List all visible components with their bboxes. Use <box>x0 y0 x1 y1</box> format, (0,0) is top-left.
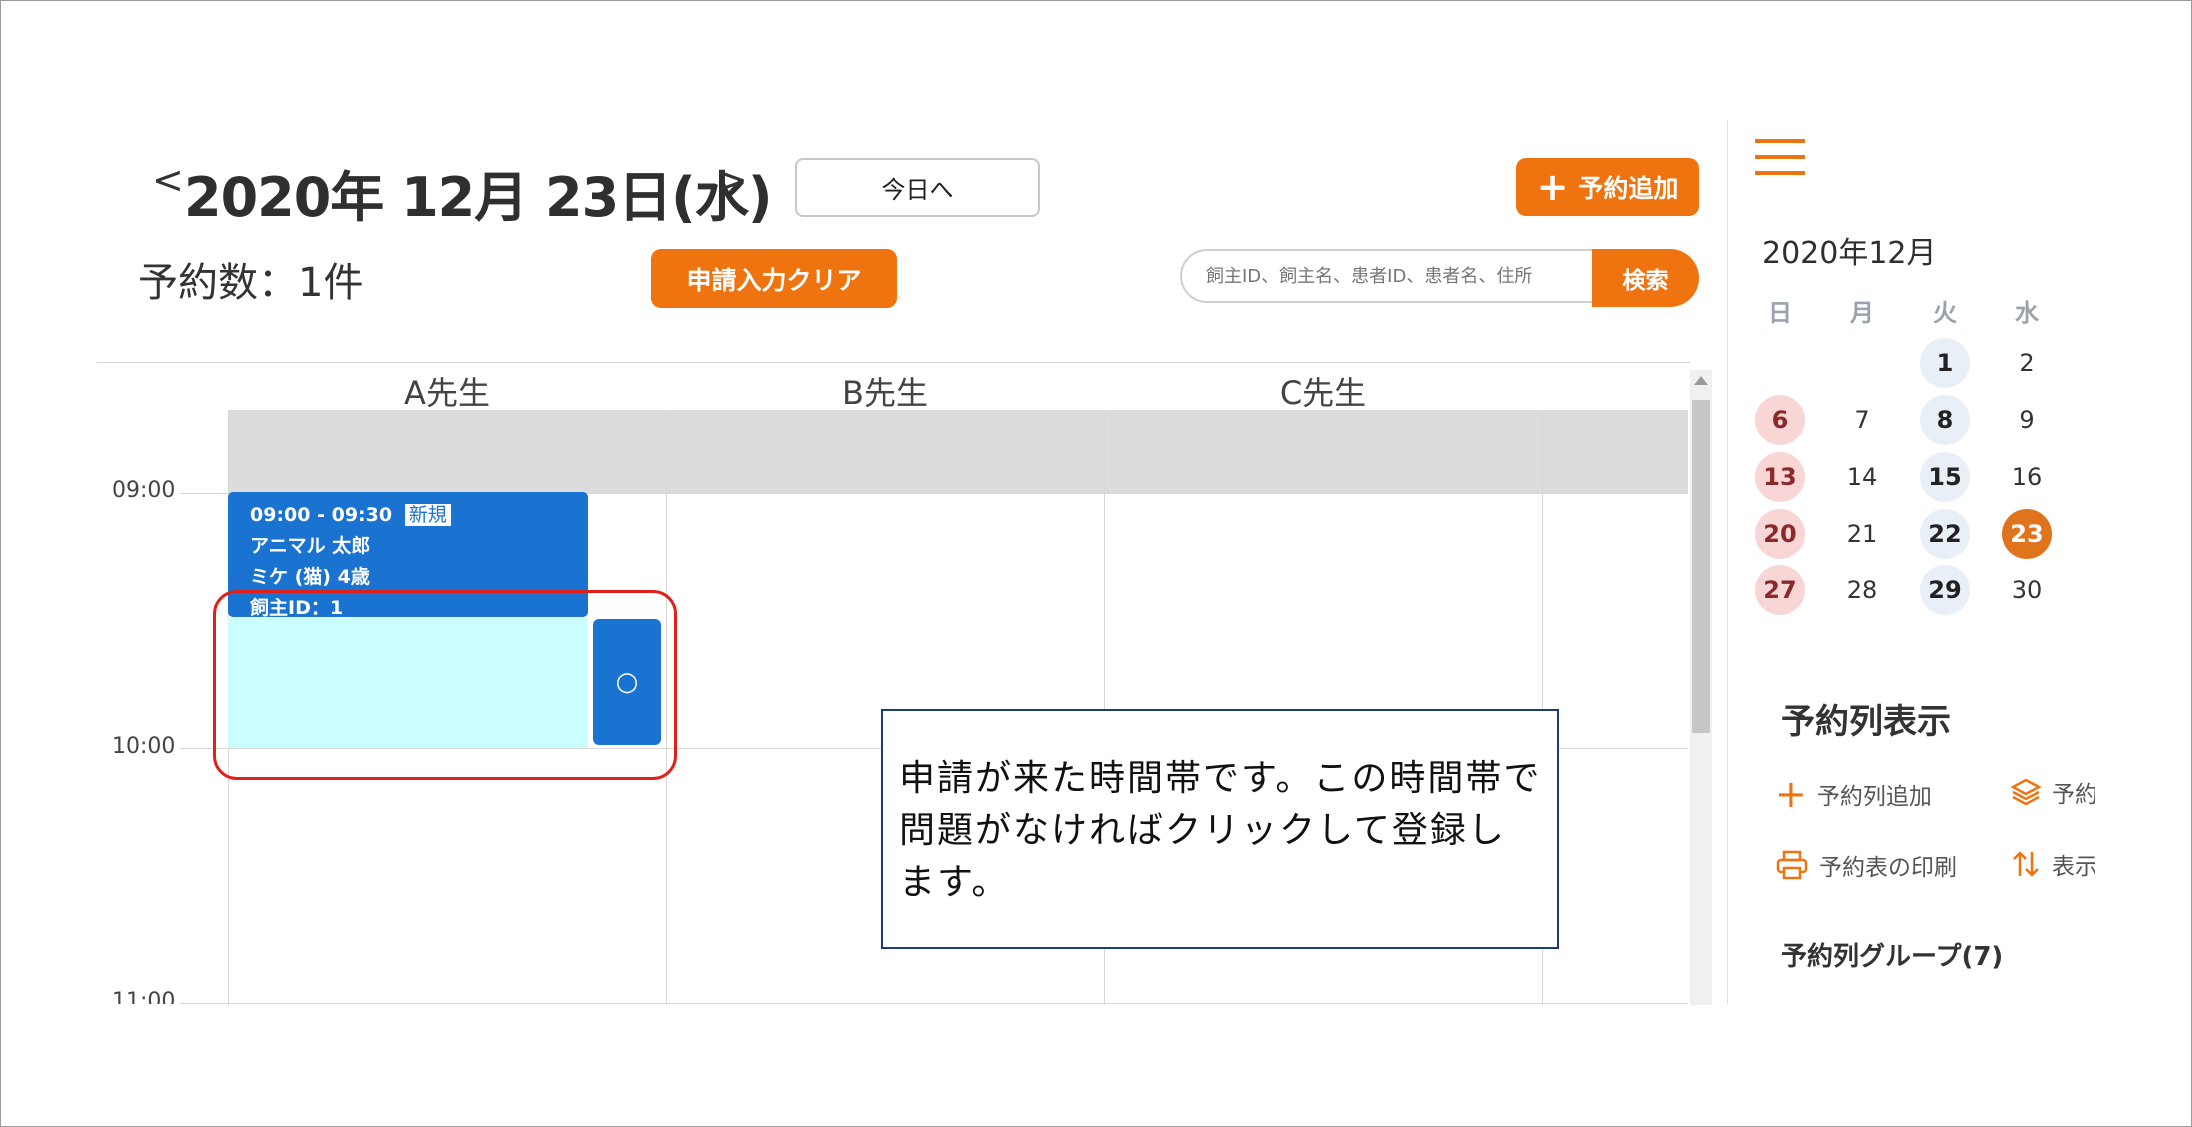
sidebar-clip: 予約 表示 <box>2010 760 2095 880</box>
plus-icon: + <box>1536 165 1569 209</box>
time-label-1100: 11:00 <box>112 989 176 1004</box>
calendar-day[interactable]: 22 <box>1920 509 1970 559</box>
calendar-day[interactable]: 29 <box>1920 565 1970 615</box>
printer-icon <box>1776 850 1808 880</box>
layers-icon <box>2010 778 2042 806</box>
print-label: 予約表の印刷 <box>1819 855 1957 881</box>
highlight-box <box>213 590 677 780</box>
unavailable-band <box>228 410 1688 493</box>
calendar-day[interactable]: 27 <box>1755 565 1805 615</box>
grid-bottom-border <box>180 1003 1688 1004</box>
column-header-c: C先生 <box>1279 374 1367 412</box>
time-label-1100-clip: 11:00 <box>112 989 175 1004</box>
weekday-tue: 火 <box>1933 299 1957 327</box>
grid-top-border <box>97 362 1690 363</box>
calendar-day[interactable]: 2 <box>2002 338 2052 388</box>
calendar-day[interactable]: 9 <box>2002 395 2052 445</box>
scroll-up-arrow-icon[interactable] <box>1694 376 1708 385</box>
add-column-label: 予約列追加 <box>1816 784 1932 810</box>
sort-button[interactable]: 表示 <box>2010 847 2095 880</box>
hamburger-icon[interactable] <box>1755 139 1805 177</box>
prev-day-button[interactable]: < <box>152 158 184 202</box>
weekday-wed: 水 <box>2015 299 2039 327</box>
sort-arrows-icon <box>2013 851 2039 877</box>
clear-request-button[interactable]: 申請入力クリア <box>651 249 897 308</box>
reservation-count: 予約数：1件 <box>138 260 364 306</box>
calendar-day[interactable]: 14 <box>1837 452 1887 502</box>
search-bar: 検索 <box>1180 249 1699 307</box>
calendar-day[interactable]: 15 <box>1920 452 1970 502</box>
add-reservation-button[interactable]: + 予約追加 <box>1516 158 1699 216</box>
time-label-0900: 09:00 <box>112 478 176 503</box>
column-settings-button[interactable]: 予約 <box>2010 775 2095 809</box>
add-column-button[interactable]: + 予約列追加 <box>1775 775 1932 813</box>
section-title: 予約列表示 <box>1781 702 1951 742</box>
page-title: 2020年 12月 23日(水) <box>184 166 773 229</box>
appointment-owner: アニマル 太郎 <box>250 535 371 557</box>
weekday-mon: 月 <box>1850 299 1874 327</box>
appointment-pet: ミケ (猫) 4歳 <box>250 566 370 588</box>
calendar-day[interactable]: 16 <box>2002 452 2052 502</box>
column-header-b: B先生 <box>842 374 928 412</box>
calendar-day-today[interactable]: 23 <box>2002 509 2052 559</box>
search-input[interactable] <box>1180 249 1592 303</box>
calendar-day[interactable]: 20 <box>1755 509 1805 559</box>
sidebar-divider <box>1727 120 1728 1005</box>
new-badge: 新規 <box>404 504 451 526</box>
scrollbar-thumb[interactable] <box>1692 400 1710 733</box>
calendar-day[interactable]: 7 <box>1837 395 1887 445</box>
calendar-day[interactable]: 21 <box>1837 509 1887 559</box>
appointment-time-row: 09:00 - 09:30 新規 <box>250 500 588 531</box>
appointment-time: 09:00 - 09:30 <box>250 504 393 526</box>
calendar-day[interactable]: 6 <box>1755 395 1805 445</box>
calendar-day[interactable]: 8 <box>1920 395 1970 445</box>
search-button[interactable]: 検索 <box>1592 249 1699 307</box>
add-reservation-label: 予約追加 <box>1578 174 1679 203</box>
column-header-a: A先生 <box>404 374 490 412</box>
next-day-button[interactable]: > <box>716 158 748 202</box>
print-button[interactable]: 予約表の印刷 <box>1775 848 1957 882</box>
callout-box: 申請が来た時間帯です。この時間帯で問題がなければクリックして登録します。 <box>881 709 1559 949</box>
calendar-day[interactable]: 1 <box>1920 338 1970 388</box>
column-settings-label: 予約 <box>2052 782 2095 808</box>
time-label-1000: 10:00 <box>112 734 176 759</box>
column-group-label[interactable]: 予約列グループ(7) <box>1781 936 2003 973</box>
today-button[interactable]: 今日へ <box>795 158 1040 217</box>
calendar-day[interactable]: 28 <box>1837 565 1887 615</box>
calendar-day[interactable]: 30 <box>2002 565 2052 615</box>
plus-icon: + <box>1775 772 1807 816</box>
mini-calendar-month: 2020年12月 <box>1762 236 1937 271</box>
sort-label: 表示 <box>2052 854 2095 880</box>
callout-text: 申請が来た時間帯です。この時間帯で問題がなければクリックして登録します。 <box>899 758 1542 903</box>
calendar-day[interactable]: 13 <box>1755 452 1805 502</box>
weekday-sun: 日 <box>1768 299 1792 327</box>
